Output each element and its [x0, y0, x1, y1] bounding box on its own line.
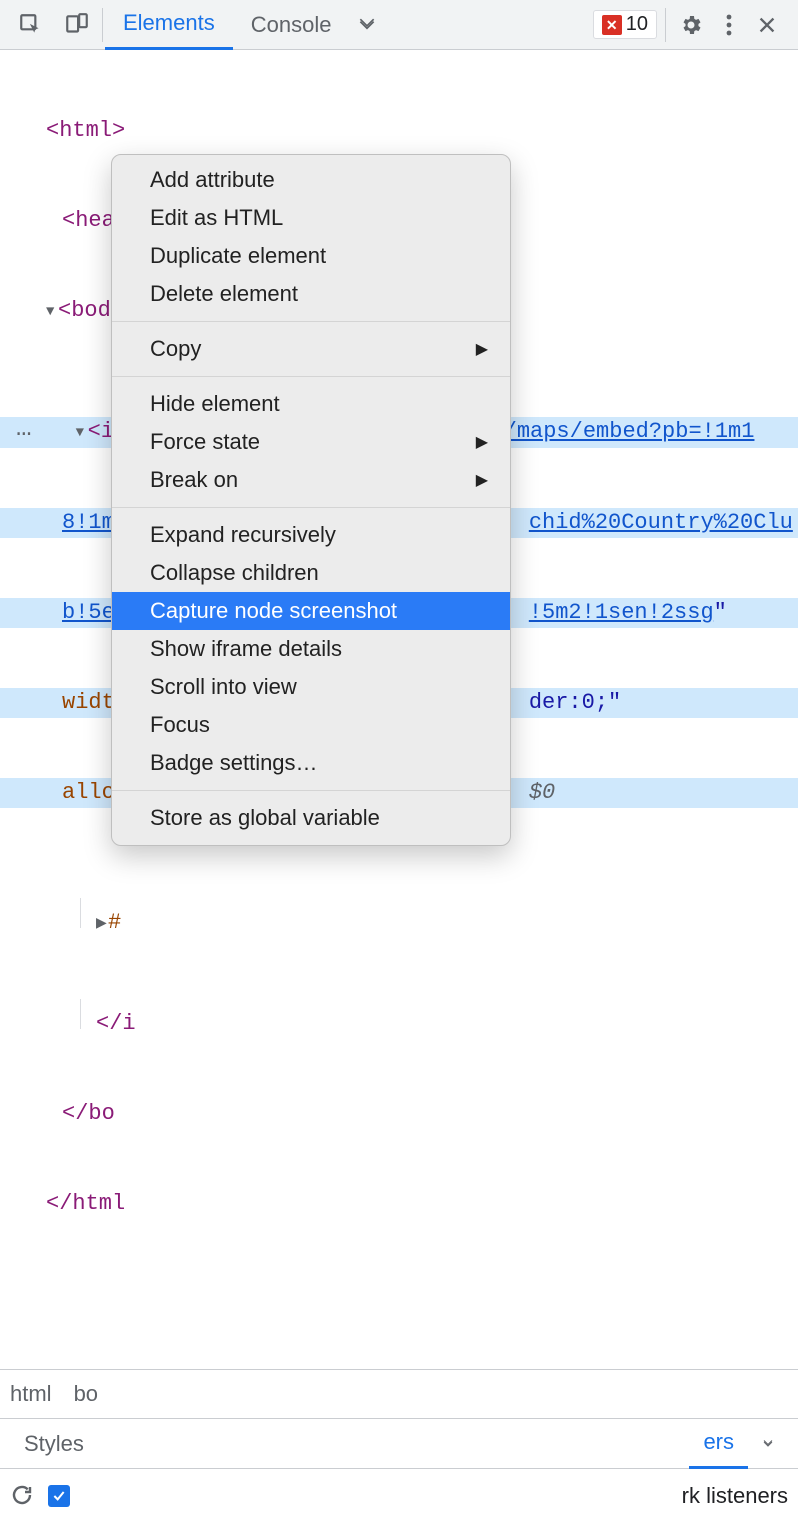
- submenu-arrow-icon: ▶: [476, 339, 488, 359]
- breadcrumb[interactable]: html bo: [0, 1369, 798, 1419]
- menu-copy[interactable]: Copy ▶: [112, 330, 510, 368]
- expand-triangle-icon[interactable]: ▼: [76, 418, 88, 448]
- menu-label: Hide element: [150, 391, 280, 417]
- menu-label: Focus: [150, 712, 210, 738]
- crumb-item[interactable]: bo: [74, 1381, 98, 1407]
- menu-collapse-children[interactable]: Collapse children: [112, 554, 510, 592]
- dom-row[interactable]: <html>: [0, 116, 798, 146]
- more-tabs-icon[interactable]: [349, 2, 385, 48]
- selected-node-ref: $0: [529, 780, 555, 805]
- menu-edit-as-html[interactable]: Edit as HTML: [112, 199, 510, 237]
- menu-show-iframe-details[interactable]: Show iframe details: [112, 630, 510, 668]
- menu-label: Store as global variable: [150, 805, 380, 831]
- menu-label: Force state: [150, 429, 260, 455]
- dom-url[interactable]: chid%20Country%20Clu: [529, 510, 793, 535]
- context-menu: Add attribute Edit as HTML Duplicate ele…: [111, 154, 511, 846]
- devtools-toolbar: Elements Console ✕ 10: [0, 0, 798, 50]
- dom-url[interactable]: 8!1m: [62, 510, 115, 535]
- crumb-item[interactable]: html: [10, 1381, 52, 1407]
- menu-label: Badge settings…: [150, 750, 318, 776]
- tab-elements[interactable]: Elements: [105, 0, 233, 50]
- refresh-icon[interactable]: [10, 1483, 36, 1509]
- expand-triangle-icon[interactable]: ▼: [46, 297, 58, 327]
- dom-row[interactable]: </i: [0, 999, 798, 1039]
- tab-label: Styles: [24, 1431, 84, 1457]
- dom-row[interactable]: </bo: [0, 1099, 798, 1129]
- separator: [112, 376, 510, 377]
- tab-styles[interactable]: Styles: [10, 1419, 98, 1469]
- menu-delete-element[interactable]: Delete element: [112, 275, 510, 313]
- separator: [112, 507, 510, 508]
- styles-tab-bar: Styles ers: [0, 1419, 798, 1469]
- inspect-icon[interactable]: [8, 2, 54, 48]
- menu-label: Expand recursively: [150, 522, 336, 548]
- separator: [112, 321, 510, 322]
- dom-url[interactable]: om/maps/embed?pb=!1m1: [477, 419, 754, 444]
- framework-listeners-label: rk listeners: [682, 1483, 788, 1509]
- submenu-arrow-icon: ▶: [476, 432, 488, 452]
- menu-label: Duplicate element: [150, 243, 326, 269]
- error-count: 10: [626, 13, 648, 36]
- dom-url[interactable]: b!5e: [62, 600, 115, 625]
- settings-icon[interactable]: [668, 2, 714, 48]
- more-tabs-icon[interactable]: [748, 1419, 788, 1469]
- menu-expand-recursively[interactable]: Expand recursively: [112, 516, 510, 554]
- expand-triangle-icon[interactable]: ▶: [96, 909, 108, 939]
- menu-label: Show iframe details: [150, 636, 342, 662]
- menu-hide-element[interactable]: Hide element: [112, 385, 510, 423]
- dom-row[interactable]: ▶#: [0, 898, 798, 939]
- menu-force-state[interactable]: Force state ▶: [112, 423, 510, 461]
- ancestors-checkbox[interactable]: [48, 1485, 70, 1507]
- error-icon: ✕: [602, 15, 622, 35]
- separator: [665, 8, 666, 42]
- menu-label: Break on: [150, 467, 238, 493]
- dom-row[interactable]: </html: [0, 1189, 798, 1219]
- submenu-arrow-icon: ▶: [476, 470, 488, 490]
- event-listeners-toolbar: rk listeners: [0, 1469, 798, 1521]
- menu-label: Collapse children: [150, 560, 319, 586]
- menu-capture-node-screenshot[interactable]: Capture node screenshot: [112, 592, 510, 630]
- dom-url[interactable]: !5m2!1sen!2ssg: [529, 600, 714, 625]
- tab-event-listeners[interactable]: ers: [689, 1419, 748, 1469]
- menu-label: Capture node screenshot: [150, 598, 397, 624]
- menu-label: Add attribute: [150, 167, 275, 193]
- device-toggle-icon[interactable]: [54, 2, 100, 48]
- menu-scroll-into-view[interactable]: Scroll into view: [112, 668, 510, 706]
- menu-focus[interactable]: Focus: [112, 706, 510, 744]
- menu-label: Copy: [150, 336, 201, 362]
- error-badge[interactable]: ✕ 10: [593, 10, 657, 39]
- close-icon[interactable]: [744, 2, 790, 48]
- tab-label: ers: [703, 1429, 734, 1455]
- menu-store-as-global[interactable]: Store as global variable: [112, 799, 510, 837]
- ellipsis-icon[interactable]: …: [16, 417, 32, 439]
- kebab-menu-icon[interactable]: [714, 2, 744, 48]
- menu-label: Delete element: [150, 281, 298, 307]
- menu-add-attribute[interactable]: Add attribute: [112, 161, 510, 199]
- separator: [112, 790, 510, 791]
- menu-label: Scroll into view: [150, 674, 297, 700]
- tab-console[interactable]: Console: [233, 0, 350, 50]
- menu-label: Edit as HTML: [150, 205, 283, 231]
- menu-break-on[interactable]: Break on ▶: [112, 461, 510, 499]
- tab-label: Elements: [123, 10, 215, 36]
- tab-label: Console: [251, 12, 332, 38]
- menu-badge-settings[interactable]: Badge settings…: [112, 744, 510, 782]
- separator: [102, 8, 103, 42]
- menu-duplicate-element[interactable]: Duplicate element: [112, 237, 510, 275]
